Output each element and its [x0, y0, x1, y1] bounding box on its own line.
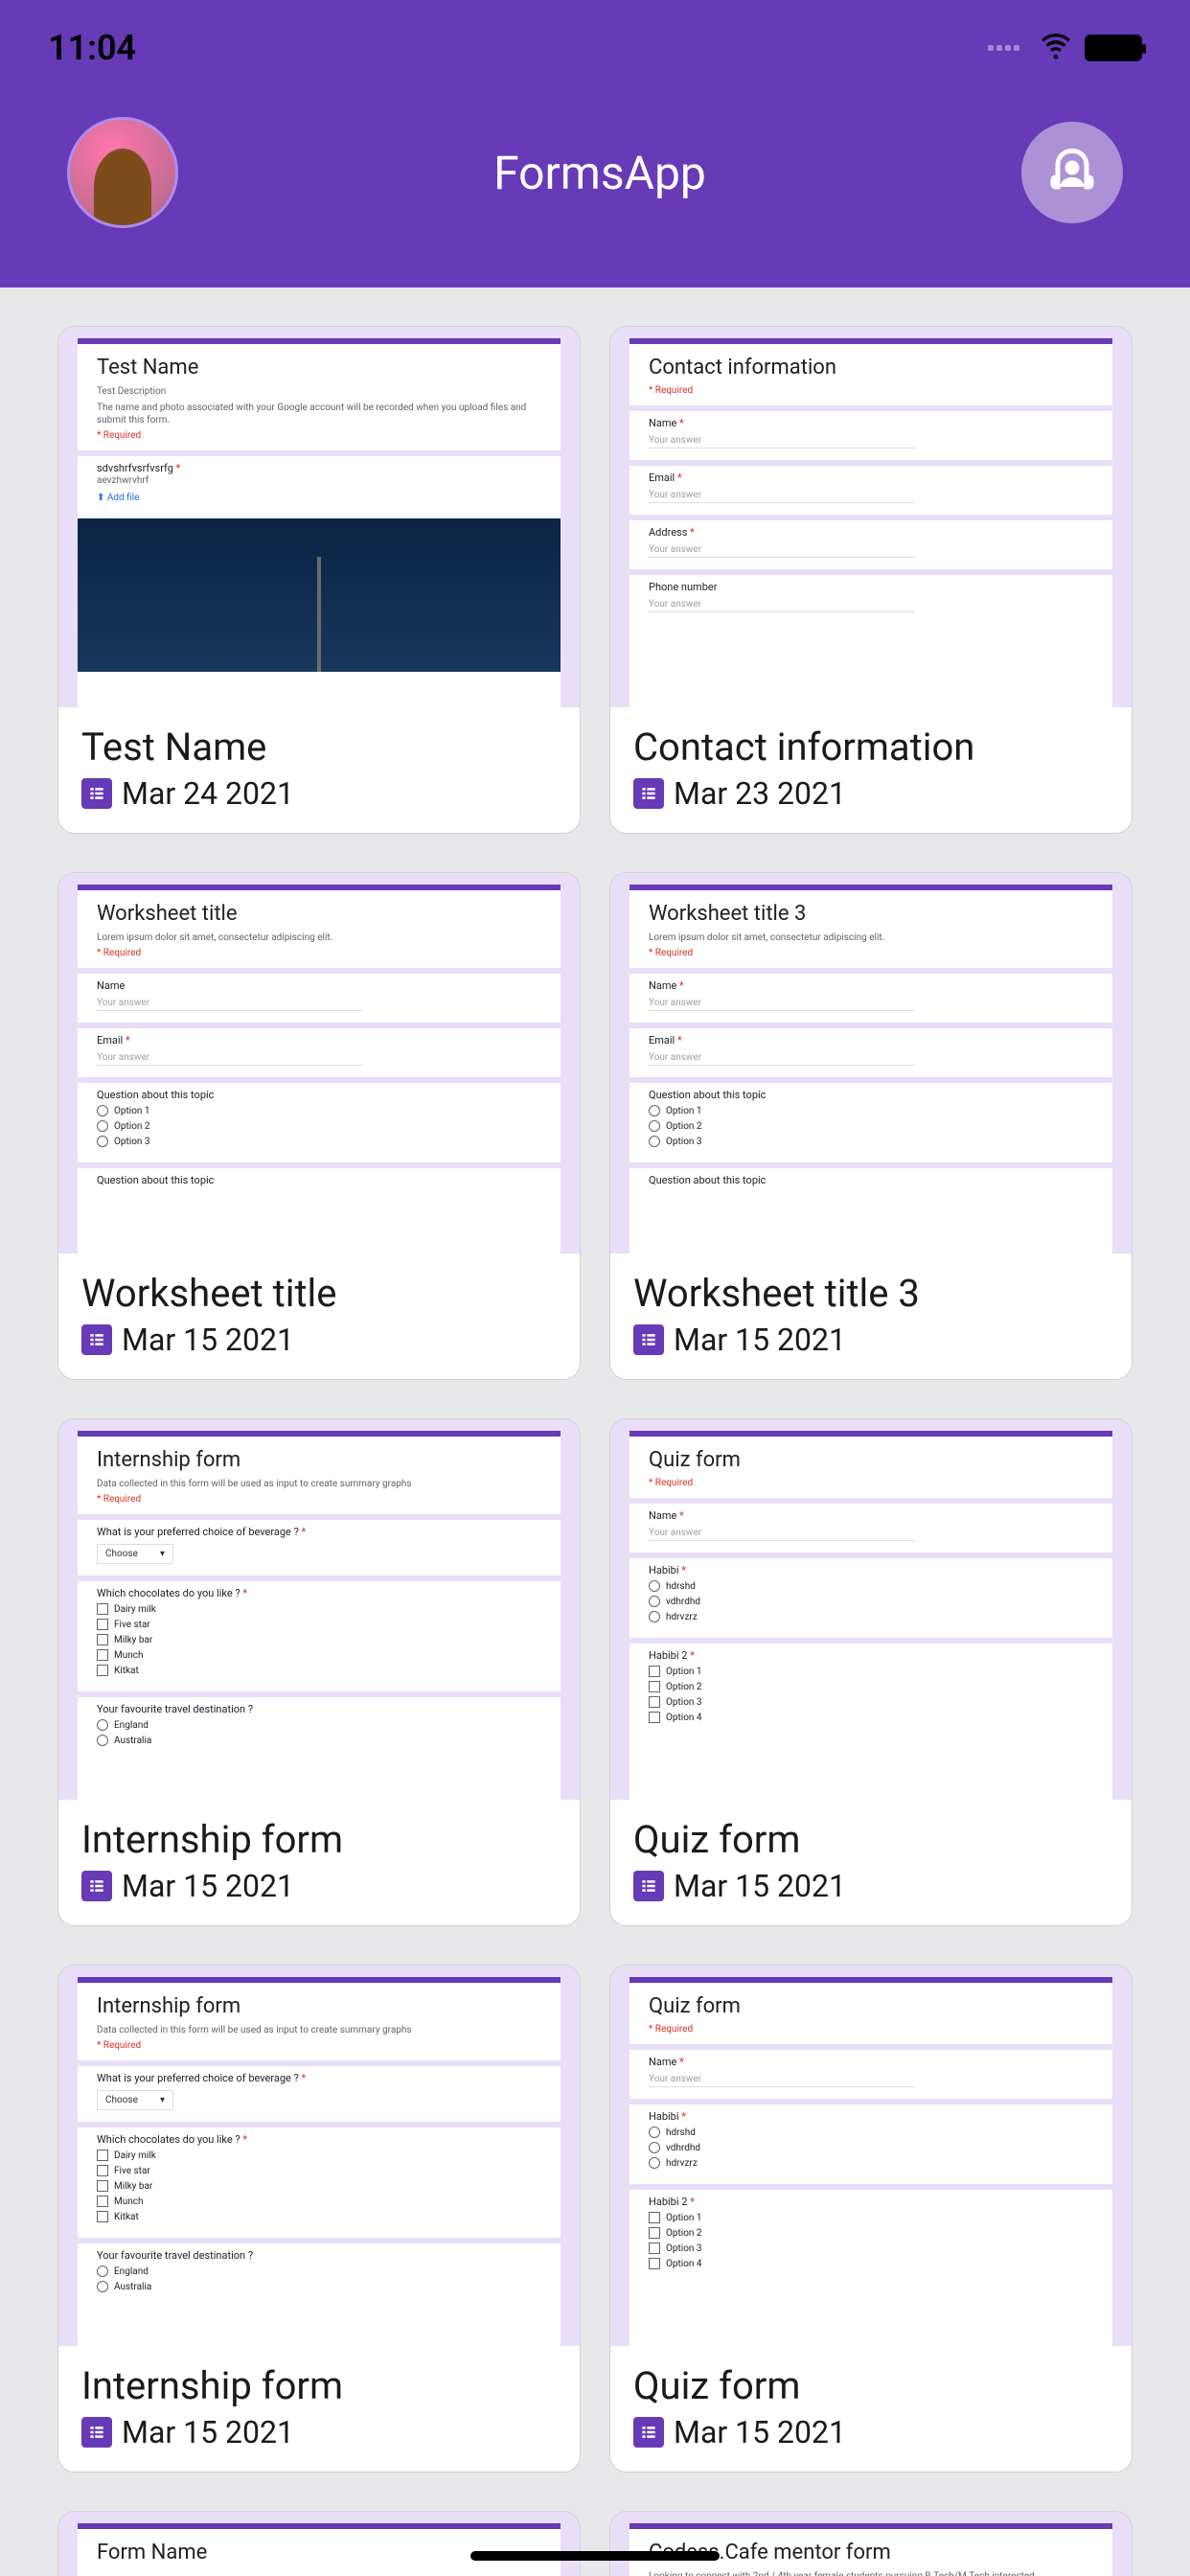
form-date: Mar 24 2021: [122, 775, 294, 812]
form-thumbnail: Internship form Data collected in this f…: [58, 1419, 580, 1800]
form-thumbnail: Worksheet title Lorem ipsum dolor sit am…: [58, 873, 580, 1254]
wifi-icon: [1039, 29, 1073, 67]
form-title: Contact information: [633, 724, 1109, 770]
home-indicator[interactable]: [470, 2551, 720, 2561]
form-thumbnail: Quiz form * Required Name *Your answer H…: [610, 1419, 1132, 1800]
form-card[interactable]: Codess.Cafe mentor form Looking to conne…: [609, 2511, 1133, 2576]
status-time: 11:04: [48, 28, 136, 68]
thumb-title: Quiz form: [649, 1994, 1093, 2018]
form-card[interactable]: Quiz form * Required Name *Your answer H…: [609, 1965, 1133, 2472]
thumb-title: Internship form: [97, 1994, 541, 2018]
battery-icon: [1085, 34, 1142, 61]
form-date: Mar 15 2021: [122, 1868, 294, 1904]
form-card[interactable]: Contact information * Required Name *You…: [609, 326, 1133, 834]
form-title: Quiz form: [633, 2363, 1109, 2408]
form-title: Internship form: [81, 1817, 557, 1862]
thumb-title: Worksheet title: [97, 902, 541, 926]
form-thumbnail: Worksheet title 3 Lorem ipsum dolor sit …: [610, 873, 1132, 1254]
form-date: Mar 15 2021: [122, 1322, 294, 1358]
form-thumbnail: Codess.Cafe mentor form Looking to conne…: [610, 2512, 1132, 2576]
form-thumbnail: Internship form Data collected in this f…: [58, 1966, 580, 2346]
app-header: FormsApp: [0, 96, 1190, 288]
required-label: * Required: [649, 385, 1093, 396]
status-icons: [988, 29, 1142, 67]
form-thumbnail: Form Name: [58, 2512, 580, 2576]
form-card[interactable]: Worksheet title Lorem ipsum dolor sit am…: [57, 872, 581, 1380]
support-button[interactable]: [1021, 122, 1123, 223]
status-bar: 11:04: [0, 0, 1190, 96]
forms-icon: [633, 1871, 664, 1901]
thumb-title: Worksheet title 3: [649, 902, 1093, 926]
form-card[interactable]: Test Name Test Description The name and …: [57, 326, 581, 834]
thumb-title: Contact information: [649, 356, 1093, 380]
signal-icon: [988, 45, 1019, 51]
thumb-subtitle: Test Description: [97, 385, 541, 398]
forms-icon: [633, 778, 664, 809]
forms-icon: [81, 1324, 112, 1355]
forms-icon: [81, 2417, 112, 2448]
form-card[interactable]: Worksheet title 3 Lorem ipsum dolor sit …: [609, 872, 1133, 1380]
form-title: Worksheet title: [81, 1271, 557, 1316]
form-date: Mar 15 2021: [674, 1322, 846, 1358]
app-title: FormsApp: [493, 146, 706, 200]
form-date: Mar 15 2021: [674, 2414, 846, 2450]
form-card[interactable]: Internship form Data collected in this f…: [57, 1965, 581, 2472]
thumb-title: Test Name: [97, 356, 541, 380]
forms-icon: [633, 1324, 664, 1355]
required-label: * Required: [97, 430, 541, 441]
forms-grid: Test Name Test Description The name and …: [0, 288, 1190, 2576]
form-thumbnail: Quiz form * Required Name *Your answer H…: [610, 1966, 1132, 2346]
form-date: Mar 23 2021: [674, 775, 846, 812]
thumb-title: Internship form: [97, 1448, 541, 1472]
thumb-title: Quiz form: [649, 1448, 1093, 1472]
forms-icon: [81, 778, 112, 809]
form-card[interactable]: Form Name: [57, 2511, 581, 2576]
form-date: Mar 15 2021: [122, 2414, 294, 2450]
form-thumbnail: Contact information * Required Name *You…: [610, 327, 1132, 707]
form-title: Test Name: [81, 724, 557, 770]
thumb-note: The name and photo associated with your …: [97, 402, 541, 426]
user-avatar[interactable]: [67, 117, 178, 228]
form-title: Quiz form: [633, 1817, 1109, 1862]
form-title: Worksheet title 3: [633, 1271, 1109, 1316]
form-title: Internship form: [81, 2363, 557, 2408]
form-card[interactable]: Quiz form * Required Name *Your answer H…: [609, 1418, 1133, 1926]
form-date: Mar 15 2021: [674, 1868, 846, 1904]
thumb-image: [78, 518, 561, 672]
forms-icon: [81, 1871, 112, 1901]
form-card[interactable]: Internship form Data collected in this f…: [57, 1418, 581, 1926]
forms-icon: [633, 2417, 664, 2448]
form-thumbnail: Test Name Test Description The name and …: [58, 327, 580, 707]
